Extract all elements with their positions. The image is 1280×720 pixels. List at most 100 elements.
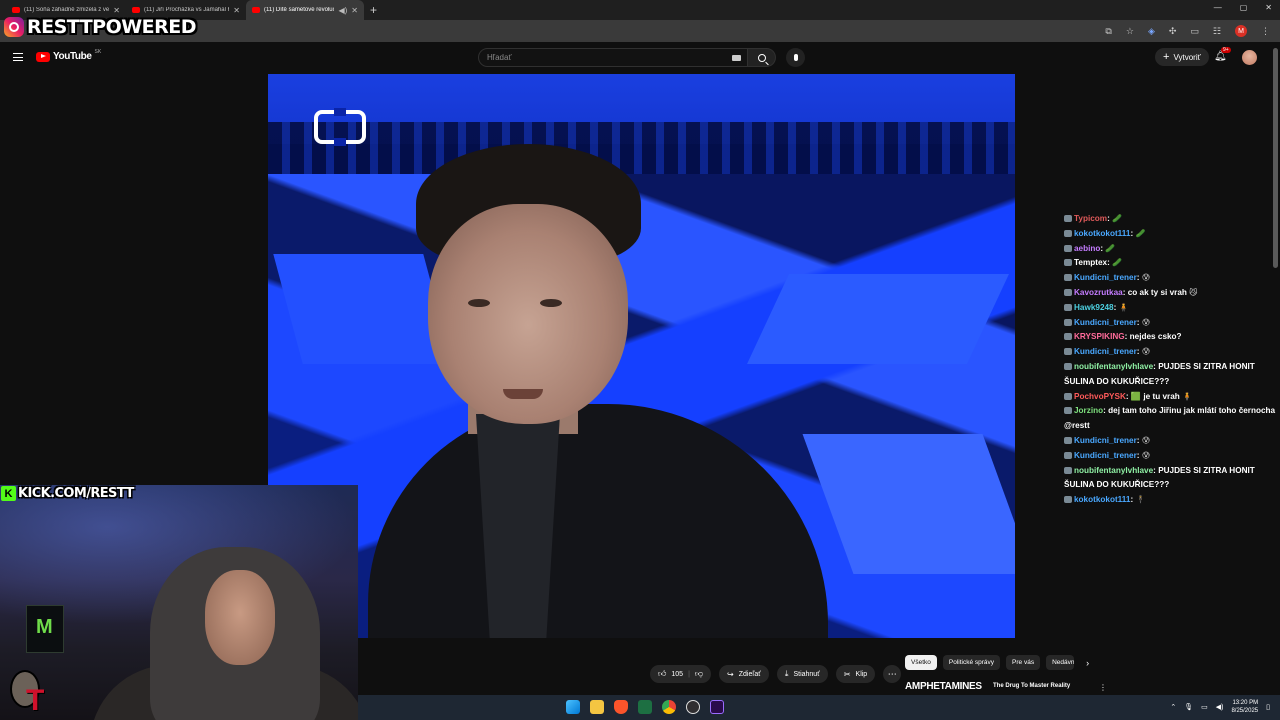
chrome-icon[interactable] (662, 700, 676, 714)
chip-all[interactable]: Všetko (905, 655, 937, 670)
speaker-icon[interactable]: ◀) (338, 6, 347, 15)
clip-label: Klip (855, 670, 868, 678)
youtube-logo[interactable]: YouTube SK (36, 49, 101, 62)
video-player[interactable] (268, 74, 1015, 638)
avatar[interactable] (1242, 50, 1257, 65)
windows-start-icon[interactable] (566, 700, 580, 714)
browser-tab-active[interactable]: (11) Dítě sametové revoluce ◀) ✕ (246, 0, 364, 20)
install-icon[interactable]: ⧉ (1105, 26, 1111, 37)
chat-username[interactable]: PochvoPYSK (1074, 392, 1126, 401)
chat-message: kokotkokot111: 🥒 (1064, 227, 1276, 242)
chat-emote-icon: 🥒 (1135, 228, 1146, 238)
volume-icon[interactable]: ◀) (1216, 703, 1224, 711)
maximize-icon[interactable]: ▢ (1240, 3, 1248, 12)
chip-recent[interactable]: Nedávno (1046, 655, 1075, 670)
recommendation-chips: Všetko Politické správy Pre vás Nedávno … (905, 655, 1089, 670)
chat-username[interactable]: Kundicni_trener (1074, 451, 1137, 460)
tray-chevron-icon[interactable]: ⌃ (1170, 703, 1176, 711)
chat-username[interactable]: Temptex (1074, 258, 1107, 267)
chat-text: 🟩 je tu vrah (1130, 391, 1180, 401)
profile-icon[interactable]: M (1235, 25, 1247, 37)
close-icon[interactable]: ✕ (113, 6, 120, 15)
thumbs-down-icon[interactable]: 👎︎ (695, 669, 703, 679)
obs-icon[interactable] (686, 700, 700, 714)
kick-overlay: K KICK.COM/RESTT (1, 485, 134, 502)
chat-message: Kundicni_trener: 😰 (1064, 345, 1276, 360)
chat-username[interactable]: aebino (1074, 244, 1100, 253)
network-icon[interactable]: ▭ (1201, 703, 1208, 711)
chip-political-news[interactable]: Politické správy (942, 655, 1001, 670)
chat-message: Kavozrutkaa: co ak ty si vrah 😼 (1064, 286, 1276, 301)
chat-badge-icon (1064, 362, 1072, 370)
chat-username[interactable]: Kundicni_trener (1074, 318, 1137, 327)
chat-username[interactable]: kokotkokot111 (1074, 495, 1130, 504)
close-icon[interactable]: ✕ (351, 6, 358, 15)
menu-dots-icon[interactable]: ⋮ (1261, 26, 1270, 37)
extension-icons: ⧉ ☆ ◈ ✣ ▭ ☷ M ⋮ (1105, 25, 1270, 37)
minimize-icon[interactable]: — (1214, 3, 1222, 12)
premiere-icon[interactable] (710, 700, 724, 714)
ct-channel-logo-icon (314, 108, 366, 146)
search-input[interactable]: Hľadať (478, 48, 748, 67)
chat-username[interactable]: KRYSPIKING (1074, 332, 1125, 341)
clock[interactable]: 13:20 PM 8/25/2025 (1231, 699, 1258, 715)
youtube-favicon-icon (252, 7, 260, 13)
puzzle-icon[interactable]: ✣ (1169, 26, 1177, 37)
close-window-icon[interactable]: ✕ (1265, 3, 1272, 12)
close-icon[interactable]: ✕ (233, 6, 240, 15)
chat-badge-icon (1064, 244, 1072, 252)
chat-username[interactable]: noubifentanylvhlave (1074, 362, 1153, 371)
chat-username[interactable]: Jorzino (1074, 406, 1103, 415)
cast-icon[interactable]: ☷ (1213, 26, 1221, 37)
notifications-button[interactable]: 🔔︎ 9+ (1214, 47, 1231, 62)
taskbar: ⌃ 🎙︎ ▭ ◀) 13:20 PM 8/25/2025 ▯ (358, 695, 1280, 720)
chat-username[interactable]: Kavozrutkaa (1074, 288, 1123, 297)
voice-search-button[interactable] (786, 48, 805, 67)
thumbs-up-icon: 👍︎ (658, 669, 667, 678)
create-button[interactable]: + Vytvoriť (1155, 48, 1209, 66)
chat-username[interactable]: noubifentanylvhlave (1074, 466, 1153, 475)
chat-username[interactable]: Kundicni_trener (1074, 273, 1137, 282)
chip-for-you[interactable]: Pre vás (1006, 655, 1041, 670)
more-actions-button[interactable]: ⋯ (883, 665, 902, 683)
chat-username[interactable]: Typicom (1074, 214, 1107, 223)
bookmark-star-icon[interactable]: ☆ (1126, 26, 1134, 37)
brand-text: RESTTPOWERED (27, 16, 197, 38)
chat-emote-icon: 🧍 (1118, 302, 1129, 312)
search-button[interactable] (748, 48, 776, 67)
chat-emote-icon: 😰 (1141, 435, 1151, 445)
new-tab-icon[interactable]: + (370, 3, 377, 17)
chat-badge-icon (1064, 466, 1072, 474)
plus-icon: + (1163, 51, 1170, 63)
chat-message: Kundicni_trener: 😰 (1064, 449, 1276, 464)
more-vertical-icon[interactable]: ⋮ (1099, 683, 1107, 692)
file-explorer-icon[interactable] (590, 700, 604, 714)
keyboard-icon[interactable] (732, 55, 741, 61)
chat-emote-icon: 🥒 (1105, 243, 1116, 253)
chat-message: noubifentanylvhlave: PUJDES SI ZITRA HON… (1064, 360, 1276, 390)
sidepanel-icon[interactable]: ▭ (1190, 26, 1199, 37)
microphone-icon (793, 54, 798, 61)
recommended-title-small: The Drug To Master Reality (993, 683, 1071, 689)
extension-icon[interactable]: ◈ (1148, 26, 1155, 37)
like-button[interactable]: 👍︎ 105 | 👎︎ (650, 665, 712, 683)
recommended-title-big: AMPHETAMINES (905, 681, 982, 692)
mic-tray-icon[interactable]: 🎙︎ (1184, 703, 1193, 711)
chat-username[interactable]: Kundicni_trener (1074, 436, 1137, 445)
chat-badge-icon (1064, 496, 1072, 504)
clip-button[interactable]: ✂ Klip (835, 665, 876, 683)
recommended-video[interactable]: AMPHETAMINES The Drug To Master Reality (905, 681, 1105, 695)
brave-browser-icon[interactable] (614, 700, 628, 714)
excel-icon[interactable] (638, 700, 652, 714)
screen: (11) Soňa záhadně zmizela z vesnice ✕ (1… (0, 0, 1280, 720)
chat-message: Jorzino: dej tam toho Jiřinu jak mlátí t… (1064, 404, 1276, 434)
chat-username[interactable]: Hawk9248 (1074, 303, 1114, 312)
chat-username[interactable]: kokotkokot111 (1074, 229, 1130, 238)
chevron-right-icon[interactable]: › (1086, 658, 1089, 668)
chat-message: Kundicni_trener: 😰 (1064, 271, 1276, 286)
share-button[interactable]: ↪ Zdieľať (719, 665, 769, 683)
notification-center-icon[interactable]: ▯ (1266, 703, 1270, 711)
download-button[interactable]: ⤓ Stiahnuť (776, 665, 828, 683)
hamburger-menu-icon[interactable] (13, 53, 23, 61)
chat-username[interactable]: Kundicni_trener (1074, 347, 1137, 356)
